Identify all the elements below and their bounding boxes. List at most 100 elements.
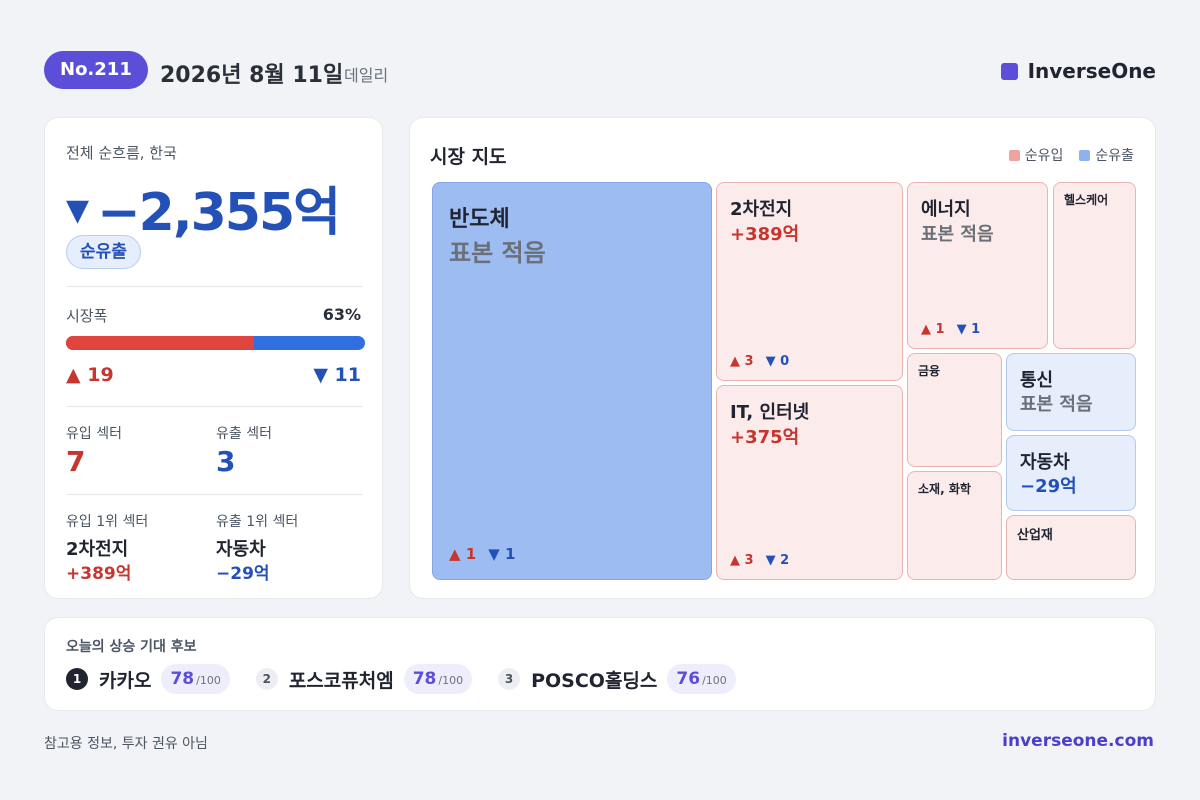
score-max: /100: [438, 674, 464, 687]
brand[interactable]: InverseOne: [1000, 59, 1156, 83]
tile-name: 금융: [918, 364, 941, 378]
tile-telecom[interactable]: 통신 표본 적음: [1006, 353, 1136, 431]
header: No.211 2026년 8월 11일 데일리 InverseOne: [44, 51, 1156, 91]
score-max: /100: [196, 674, 221, 687]
edition-label: 데일리: [344, 66, 389, 85]
net-flow: ▼ −2,355억: [66, 170, 341, 245]
top-outflow-label: 유출 1위 섹터: [216, 514, 299, 530]
candidate-list: 1 카카오 78/100 2 포스코퓨처엠 78/100 3 POSCO홀딩스 …: [66, 664, 762, 694]
divider: [66, 494, 363, 495]
tile-materials-chemicals[interactable]: 소재, 화학: [907, 471, 1002, 580]
tile-energy[interactable]: 에너지 표본 적음 ▲ 1 ▼ 1: [907, 182, 1048, 349]
outflow-sectors-label: 유출 섹터: [216, 426, 272, 442]
legend-outflow-label: 순유출: [1095, 148, 1134, 164]
summary-card: 전체 순흐름, 한국 ▼ −2,355억 순유출 시장폭 63% ▲ 19 ▼ …: [44, 117, 383, 599]
market-map-card: 시장 지도 순유입 순유출 반도체 표본 적음 ▲ 1 ▼ 1 2차전지 +38…: [409, 117, 1156, 599]
issue-badge: No.211: [44, 51, 148, 89]
tile-value: +375억: [730, 427, 800, 448]
tile-name: IT, 인터넷: [730, 402, 810, 423]
top-inflow-label: 유입 1위 섹터: [66, 514, 149, 530]
score-badge: 78/100: [161, 664, 230, 694]
breadth-label: 시장폭: [66, 307, 108, 325]
tile-it-internet[interactable]: IT, 인터넷 +375억 ▲ 3 ▼ 2: [716, 385, 903, 580]
down-count: ▼ 1: [488, 545, 516, 563]
tile-value: 표본 적음: [449, 239, 546, 267]
legend: 순유입 순유출: [1008, 145, 1134, 165]
down-count: ▼ 1: [956, 322, 981, 337]
tile-value: 표본 적음: [1020, 394, 1093, 415]
down-count: ▼ 0: [765, 354, 790, 369]
rank-badge: 1: [66, 668, 88, 690]
legend-inflow-swatch: [1008, 150, 1020, 161]
inflow-sectors-label: 유입 섹터: [66, 426, 122, 442]
top-inflow-sector: 2차전지: [66, 539, 129, 560]
tile-counts: ▲ 3 ▼ 0: [730, 354, 789, 369]
tile-industrials[interactable]: 산업재: [1006, 515, 1136, 580]
breadth-percent: 63%: [322, 305, 361, 324]
tile-secondary-battery[interactable]: 2차전지 +389억 ▲ 3 ▼ 0: [716, 182, 903, 381]
tile-automotive[interactable]: 자동차 −29억: [1006, 435, 1136, 511]
tile-finance[interactable]: 금융: [907, 353, 1002, 467]
legend-outflow-swatch: [1079, 150, 1091, 161]
candidates-title: 오늘의 상승 기대 후보: [66, 639, 197, 655]
tile-name: 헬스케어: [1064, 193, 1109, 207]
tile-name: 통신: [1020, 370, 1054, 391]
disclaimer: 참고용 정보, 투자 권유 아님: [44, 736, 208, 752]
down-arrow-icon: ▼: [66, 193, 90, 228]
top-outflow-amount: −29억: [216, 564, 270, 584]
tile-counts: ▲ 3 ▼ 2: [730, 553, 789, 568]
legend-outflow: 순유출: [1079, 145, 1134, 165]
tile-value: 표본 적음: [921, 224, 994, 245]
score-value: 76: [676, 669, 701, 689]
tile-healthcare[interactable]: 헬스케어: [1053, 182, 1136, 349]
rank-badge: 3: [498, 668, 521, 690]
legend-inflow: 순유입: [1008, 145, 1064, 165]
summary-title: 전체 순흐름, 한국: [66, 144, 177, 162]
score-badge: 76/100: [667, 664, 736, 694]
advancers-count: ▲ 19: [66, 364, 114, 386]
candidate-item[interactable]: 1 카카오 78/100: [66, 664, 230, 694]
candidate-name: 포스코퓨처엠: [288, 669, 394, 692]
net-flow-value: −2,355억: [97, 183, 341, 243]
site-link[interactable]: inverseone.com: [1002, 731, 1154, 751]
brand-logo-icon: [1000, 62, 1018, 80]
tile-name: 산업재: [1017, 528, 1053, 543]
up-count: ▲ 1: [449, 545, 477, 563]
inflow-sectors-count: 7: [66, 445, 86, 478]
flow-badge: 순유출: [66, 235, 141, 269]
rank-badge: 2: [255, 668, 278, 690]
decliners-count: ▼ 11: [313, 364, 361, 386]
candidate-name: 카카오: [99, 669, 152, 692]
score-max: /100: [702, 674, 727, 687]
outflow-sectors-count: 3: [216, 445, 236, 478]
legend-inflow-label: 순유입: [1024, 148, 1064, 164]
tile-semiconductor[interactable]: 반도체 표본 적음 ▲ 1 ▼ 1: [432, 182, 712, 580]
tile-name: 에너지: [921, 199, 971, 220]
down-count: ▼ 2: [765, 553, 790, 568]
candidate-item[interactable]: 3 POSCO홀딩스 76/100: [498, 664, 736, 694]
divider: [66, 286, 363, 287]
breadth-bar-fill: [66, 336, 255, 350]
candidate-name: POSCO홀딩스: [531, 669, 658, 692]
candidate-item[interactable]: 2 포스코퓨처엠 78/100: [255, 664, 473, 694]
up-count: ▲ 3: [730, 553, 754, 568]
tile-value: +389억: [730, 224, 800, 245]
brand-name: InverseOne: [1027, 59, 1156, 83]
top-inflow-amount: +389억: [66, 564, 132, 584]
score-value: 78: [412, 669, 437, 689]
divider: [66, 406, 363, 407]
tile-counts: ▲ 1 ▼ 1: [449, 545, 515, 563]
score-badge: 78/100: [403, 664, 473, 694]
tile-value: −29억: [1020, 476, 1077, 497]
up-count: ▲ 1: [921, 322, 945, 337]
candidates-card: 오늘의 상승 기대 후보 1 카카오 78/100 2 포스코퓨처엠 78/10…: [44, 617, 1156, 711]
breadth-bar: [66, 336, 365, 350]
score-value: 78: [170, 669, 195, 689]
top-outflow-sector: 자동차: [216, 539, 266, 560]
tile-counts: ▲ 1 ▼ 1: [921, 322, 980, 337]
tile-name: 2차전지: [730, 199, 793, 220]
report-date: 2026년 8월 11일: [160, 63, 344, 88]
tile-name: 소재, 화학: [918, 482, 971, 496]
tile-name: 반도체: [449, 207, 510, 232]
market-map-title: 시장 지도: [430, 146, 507, 168]
